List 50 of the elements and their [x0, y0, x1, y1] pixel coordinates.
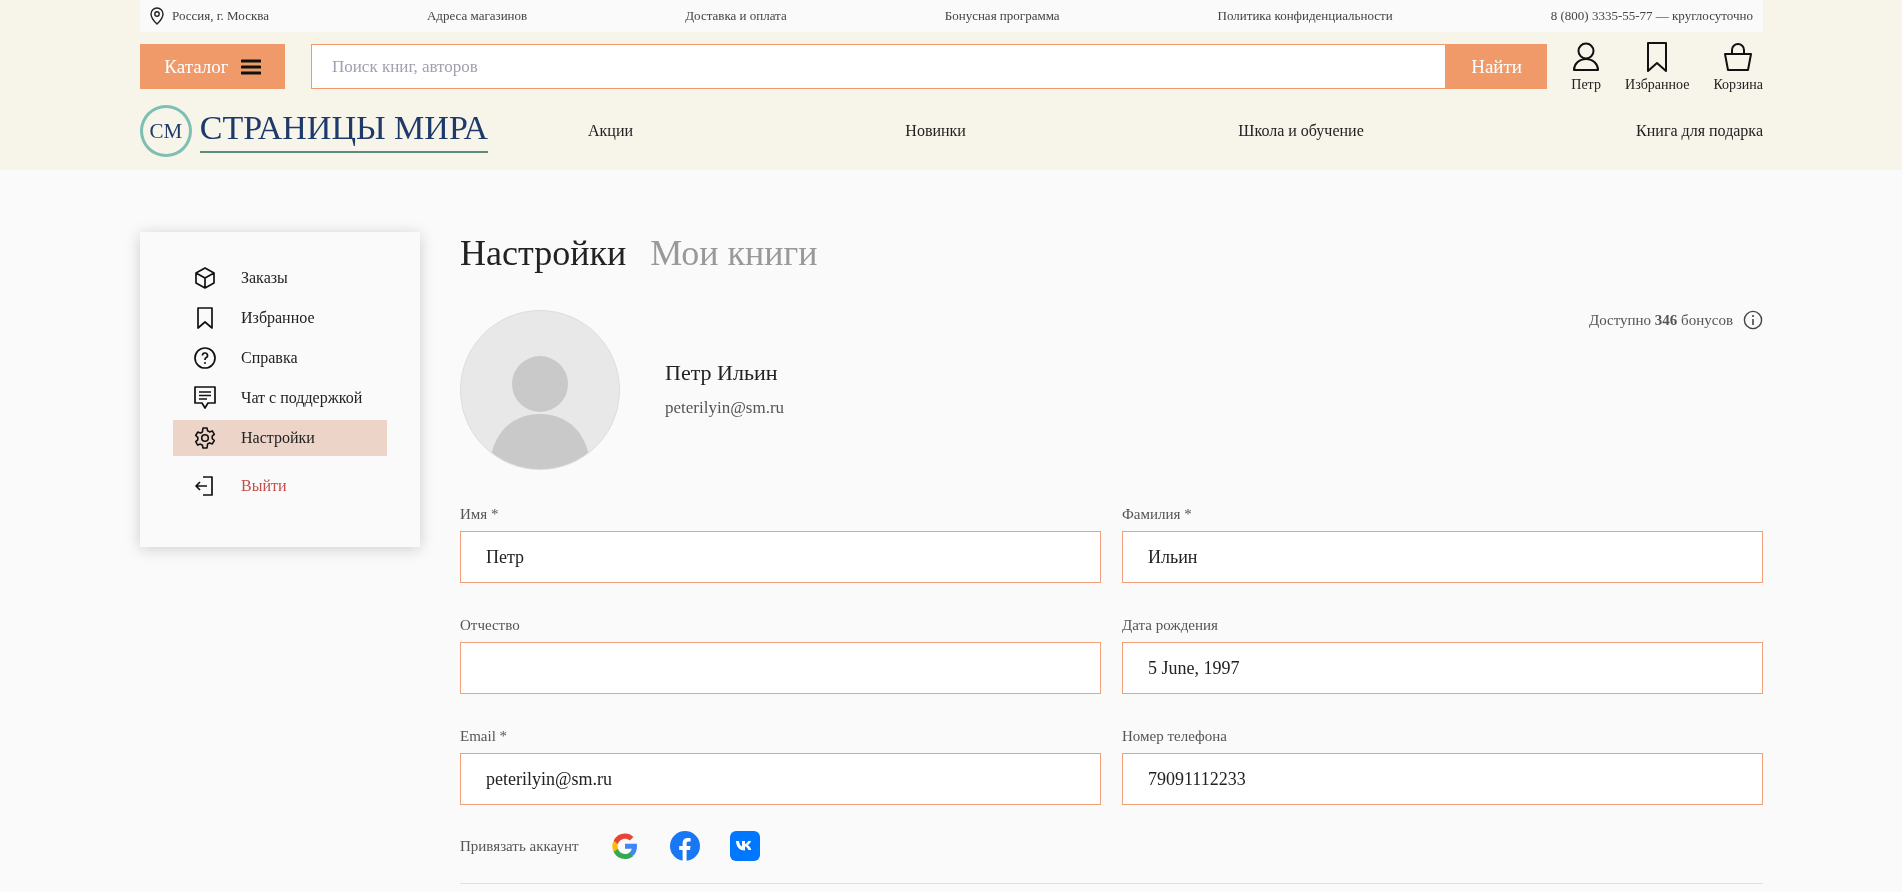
input-field[interactable]: Петр — [460, 531, 1101, 583]
top-link[interactable]: Политика конфиденциальности — [1217, 8, 1393, 24]
vk-icon[interactable] — [730, 831, 761, 861]
field-label: Фамилия * — [1122, 506, 1193, 523]
info-icon[interactable] — [1743, 310, 1763, 330]
tab[interactable]: Настройки — [460, 232, 627, 274]
sidebar-item[interactable]: Настройки — [173, 420, 387, 456]
input-field[interactable]: peterilyin@sm.ru — [460, 753, 1101, 805]
location-pin-icon — [150, 7, 164, 25]
sidebar-item[interactable]: Избранное — [173, 300, 387, 336]
field-label: Email * — [460, 728, 509, 745]
input-field[interactable]: 79091112233 — [1122, 753, 1763, 805]
top-link[interactable]: Бонусная программа — [944, 8, 1060, 24]
cube-icon — [193, 266, 217, 290]
help-icon — [193, 346, 217, 370]
top-link[interactable]: Доставка и оплата — [685, 8, 787, 24]
sidebar-item[interactable]: Заказы — [173, 260, 387, 296]
location-link[interactable]: Россия, г. Москва — [172, 8, 269, 24]
facebook-icon[interactable] — [670, 831, 701, 861]
field-label: Имя * — [460, 506, 500, 523]
nav-link[interactable]: Новинки — [905, 122, 966, 140]
sidebar-item[interactable]: Чат с поддержкой — [173, 380, 387, 416]
input-field[interactable]: 5 June, 1997 — [1122, 642, 1763, 694]
user-icon — [1571, 40, 1602, 73]
field-label: Дата рождения — [1122, 617, 1219, 634]
profile-email: peterilyin@sm.ru — [665, 398, 785, 418]
phone-text: 8 (800) 3335-55-77 — круглосуточно — [1550, 8, 1753, 24]
bonus-text: Доступно 346 бонусов — [1588, 311, 1733, 329]
link-accounts-label: Привязать аккаунт — [460, 837, 579, 855]
settings-icon — [193, 426, 217, 450]
menu-icon — [240, 58, 261, 75]
field-label: Отчество — [460, 617, 521, 634]
search-field[interactable]: Поиск книг, авторов — [311, 44, 1447, 89]
basket-icon — [1723, 40, 1754, 73]
top-link[interactable]: Адреса магазинов — [426, 8, 528, 24]
logout-link[interactable]: Выйти — [173, 468, 387, 504]
field-label: Номер телефона — [1122, 728, 1228, 745]
nav-link[interactable]: Акции — [588, 122, 633, 140]
header-action[interactable]: Корзина — [1713, 40, 1763, 93]
chat-icon — [193, 385, 217, 411]
bookmark-icon — [1645, 40, 1670, 73]
header-action[interactable]: Петр — [1571, 40, 1602, 93]
nav-link[interactable]: Книга для подарка — [1636, 122, 1763, 140]
nav-link[interactable]: Школа и обучение — [1238, 122, 1364, 140]
sidebar-item[interactable]: Справка — [173, 340, 387, 376]
logo[interactable]: СМ СТРАНИЦЫ МИРА — [140, 105, 488, 157]
input-field[interactable]: Ильин — [1122, 531, 1763, 583]
header-action[interactable]: Избранное — [1625, 40, 1690, 93]
input-field[interactable] — [460, 642, 1101, 694]
profile-name: Петр Ильин — [665, 360, 779, 386]
